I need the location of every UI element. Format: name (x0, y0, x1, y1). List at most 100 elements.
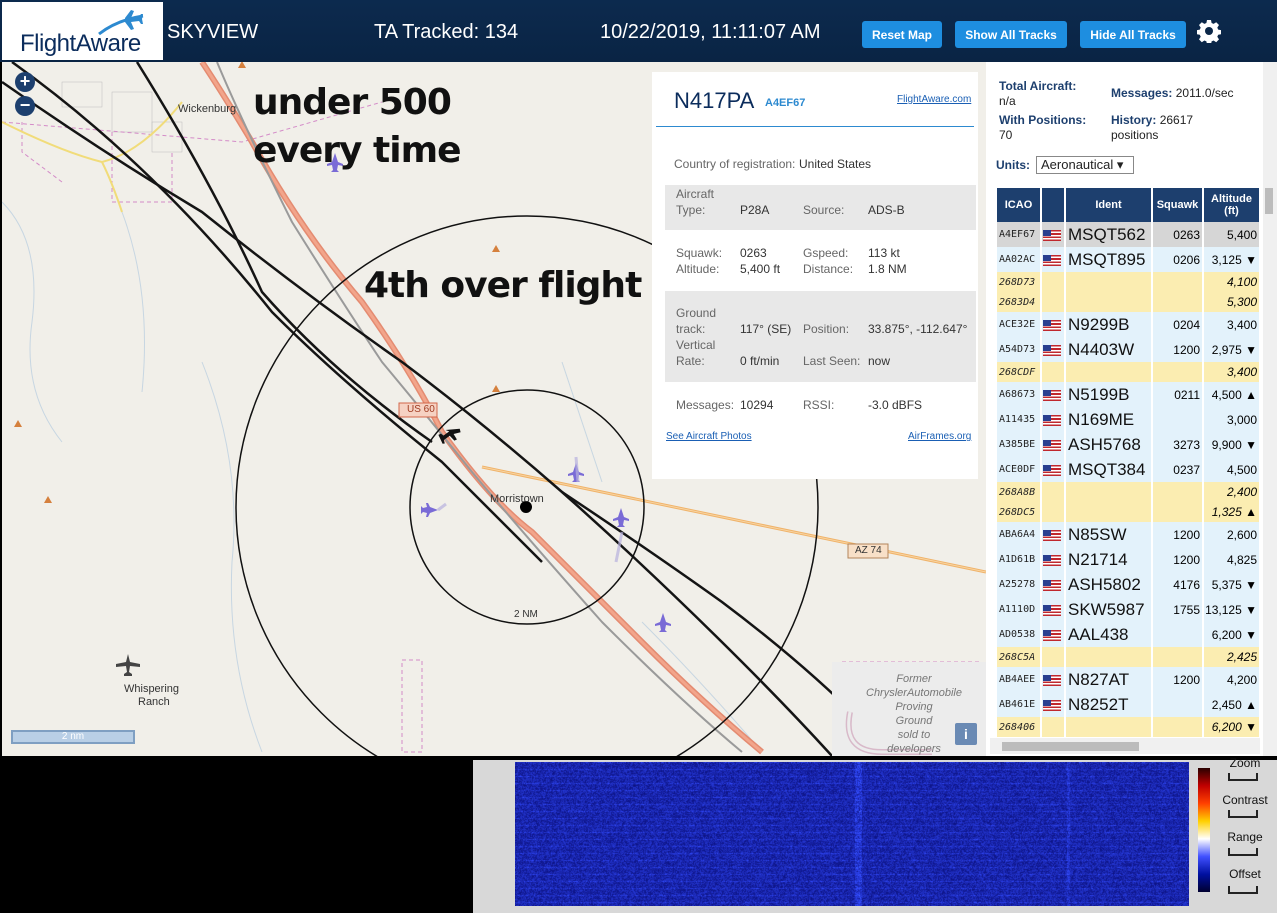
horizontal-scrollbar-thumb[interactable] (1002, 742, 1139, 751)
info-icon[interactable]: i (955, 723, 977, 745)
vertical-scrollbar[interactable] (1263, 62, 1277, 756)
units-select[interactable]: Aeronautical ▾ (1036, 156, 1134, 174)
altitude-cell: 13,125 ▼ (1203, 597, 1261, 622)
airframes-link[interactable]: AirFrames.org (908, 431, 971, 442)
aircraft-row[interactable]: 268C5A 2,425 (997, 647, 1261, 667)
aircraft-row[interactable]: AB4AEE N827AT 1200 4,200 (997, 667, 1261, 692)
zoom-out-button[interactable]: − (15, 96, 35, 116)
offset-slider[interactable] (1228, 886, 1258, 894)
aircraft-row[interactable]: ACE32E N9299B 0204 3,400 (997, 312, 1261, 337)
altitude-cell: 2,400 (1203, 482, 1261, 502)
gspeed-label: Gspeed: (803, 246, 849, 260)
vertical-rate-label-1: Vertical (676, 338, 716, 352)
tracked-count: TA Tracked: 134 (374, 21, 519, 43)
squawk-cell (1152, 622, 1204, 647)
column-flag[interactable] (1041, 188, 1066, 222)
ident-cell: ASH5768 (1065, 432, 1153, 457)
last-seen-value: now (868, 354, 891, 368)
total-aircraft-label: Total Aircraft: (999, 79, 1077, 93)
icao-cell: A1110D (997, 597, 1042, 622)
waterfall-display[interactable] (515, 762, 1189, 906)
us-flag-icon (1043, 580, 1061, 592)
icao-cell: A25278 (997, 572, 1042, 597)
us-flag-icon (1043, 390, 1061, 402)
icao-cell: 268DC5 (997, 502, 1042, 522)
icao-cell: A11435 (997, 407, 1042, 432)
source-value: ADS-B (868, 203, 905, 217)
aircraft-row[interactable]: A385BE ASH5768 3273 9,900 ▼ (997, 432, 1261, 457)
squawk-cell (1152, 362, 1204, 382)
label-az74: AZ 74 (855, 545, 882, 556)
country-value: United States (799, 157, 872, 171)
us-flag-icon (1043, 465, 1061, 477)
icao-cell: A4EF67 (997, 222, 1042, 247)
distance-value: 1.8 NM (868, 262, 907, 276)
aircraft-row[interactable]: A25278 ASH5802 4176 5,375 ▼ (997, 572, 1261, 597)
ident-cell (1065, 362, 1153, 382)
see-aircraft-photos-link[interactable]: See Aircraft Photos (666, 431, 752, 442)
aircraft-row[interactable]: 268DC5 1,325 ▲ (997, 502, 1261, 522)
squawk-cell: 1755 (1152, 597, 1204, 622)
aircraft-row[interactable]: 268A8B 2,400 (997, 482, 1261, 502)
aircraft-row[interactable]: A68673 N5199B 0211 4,500 ▲ (997, 382, 1261, 407)
ident-cell: N9299B (1065, 312, 1153, 337)
detail-divider (656, 126, 974, 127)
vertical-scrollbar-thumb[interactable] (1265, 188, 1273, 214)
squawk-cell (1152, 647, 1204, 667)
gear-icon[interactable] (1197, 19, 1221, 43)
aircraft-row[interactable]: 2683D4 5,300 (997, 292, 1261, 312)
icao-cell: AB4AEE (997, 667, 1042, 692)
aircraft-row[interactable]: A54D73 N4403W 1200 2,975 ▼ (997, 337, 1261, 362)
flightaware-link[interactable]: FlightAware.com (897, 94, 971, 105)
last-seen-label: Last Seen: (803, 354, 861, 368)
flightaware-logo[interactable]: FlightAware (2, 2, 163, 60)
hide-all-tracks-button[interactable]: Hide All Tracks (1080, 21, 1186, 48)
altitude-cell: 5,400 (1203, 222, 1261, 247)
aircraft-row[interactable]: A11435 N169ME 3,000 (997, 407, 1261, 432)
ident-cell (1065, 502, 1153, 522)
aircraft-row[interactable]: A1110D SKW5987 1755 13,125 ▼ (997, 597, 1261, 622)
aircraft-row[interactable]: AB461E N8252T 2,450 ▲ (997, 692, 1261, 717)
column-ident[interactable]: Ident (1065, 188, 1153, 222)
contrast-control-label: Contrast (1222, 793, 1268, 807)
altitude-cell: 4,825 (1203, 547, 1261, 572)
column-altitude[interactable]: Altitude (ft) (1203, 188, 1261, 222)
zoom-slider[interactable] (1228, 773, 1258, 781)
flag-cell (1041, 312, 1066, 337)
aircraft-row[interactable]: AA02AC MSQT895 0206 3,125 ▼ (997, 247, 1261, 272)
altitude-cell: 3,400 (1203, 312, 1261, 337)
flag-cell (1041, 502, 1066, 522)
vertical-rate-label-2: Rate: (676, 354, 705, 368)
column-squawk[interactable]: Squawk (1152, 188, 1204, 222)
aircraft-row[interactable]: 268CDF 3,400 (997, 362, 1261, 382)
aircraft-row[interactable]: A1D61B N21714 1200 4,825 (997, 547, 1261, 572)
aircraft-row[interactable]: A4EF67 MSQT562 0263 5,400 (997, 222, 1261, 247)
flag-cell (1041, 647, 1066, 667)
contrast-slider[interactable] (1228, 810, 1258, 818)
show-all-tracks-button[interactable]: Show All Tracks (955, 21, 1067, 48)
icao-cell: 268406 (997, 717, 1042, 737)
messages-value: 10294 (740, 398, 774, 412)
icao-cell: A1D61B (997, 547, 1042, 572)
aircraft-row[interactable]: 268D73 4,100 (997, 272, 1261, 292)
column-icao[interactable]: ICAO (997, 188, 1042, 222)
history-count: History: 26617 (1111, 113, 1194, 127)
aircraft-row[interactable]: ACE0DF MSQT384 0237 4,500 (997, 457, 1261, 482)
label-wickenburg: Wickenburg (178, 103, 237, 115)
label-ranch: Ranch (138, 696, 170, 708)
altitude-cell: 1,325 ▲ (1203, 502, 1261, 522)
range-slider[interactable] (1228, 848, 1258, 856)
aircraft-row[interactable]: 268406 6,200 ▼ (997, 717, 1261, 737)
zoom-in-button[interactable]: + (15, 72, 35, 92)
squawk-cell (1152, 407, 1204, 432)
us-flag-icon (1043, 555, 1061, 567)
altitude-cell: 2,450 ▲ (1203, 692, 1261, 717)
distance-label: Distance: (803, 262, 854, 276)
airplane-logo-icon (98, 10, 144, 36)
altitude-cell: 4,200 (1203, 667, 1261, 692)
aircraft-row[interactable]: ABA6A4 N85SW 1200 2,600 (997, 522, 1261, 547)
reset-map-button[interactable]: Reset Map (862, 21, 942, 48)
history-unit: positions (1111, 128, 1159, 142)
altitude-cell: 3,000 (1203, 407, 1261, 432)
aircraft-row[interactable]: AD0538 AAL438 6,200 ▼ (997, 622, 1261, 647)
